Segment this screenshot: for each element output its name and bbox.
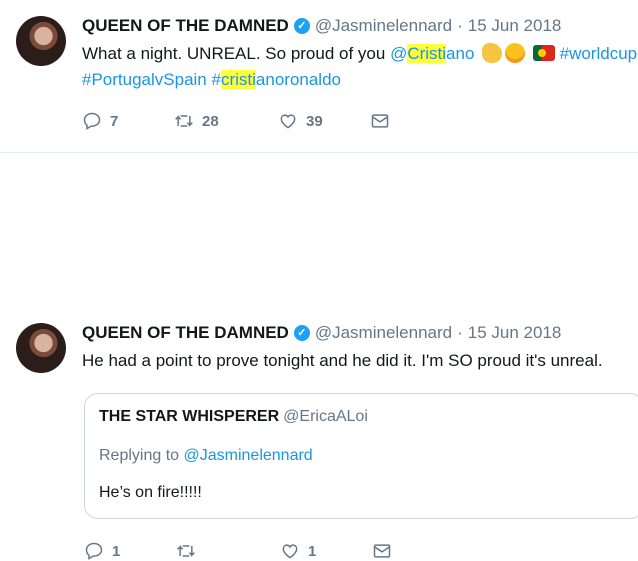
avatar[interactable] bbox=[16, 16, 66, 66]
tweet-2[interactable]: QUEEN OF THE DAMNED ✓ @Jasminelennard · … bbox=[0, 153, 638, 560]
quoted-tweet-text: He’s on fire!!!!! bbox=[99, 484, 202, 501]
tweet-header: QUEEN OF THE DAMNED ✓ @Jasminelennard · … bbox=[82, 14, 638, 38]
replying-to: Replying to @Jasminelennard bbox=[99, 447, 313, 465]
quoted-display-name: THE STAR WHISPERER bbox=[99, 408, 280, 425]
hashtag-cristianoronaldo[interactable]: #cristianoronaldo bbox=[212, 70, 341, 89]
avatar[interactable] bbox=[16, 323, 66, 373]
portugal-flag-icon bbox=[532, 45, 555, 61]
tweet-text: He had a point to prove tonight and he d… bbox=[82, 351, 603, 370]
reply-button[interactable]: 7 bbox=[82, 111, 174, 131]
envelope-icon bbox=[373, 544, 391, 558]
search-highlight: Cristi bbox=[407, 44, 447, 63]
hashtag-worldcup[interactable]: #worldcup bbox=[560, 44, 638, 63]
retweet-button[interactable]: 28 bbox=[174, 111, 278, 131]
tweet-1[interactable]: QUEEN OF THE DAMNED ✓ @Jasminelennard · … bbox=[0, 0, 638, 153]
retweet-count: 28 bbox=[202, 112, 219, 130]
like-count: 39 bbox=[306, 112, 323, 130]
tweet-content: QUEEN OF THE DAMNED ✓ @Jasminelennard · … bbox=[82, 14, 638, 131]
reply-icon bbox=[85, 542, 103, 560]
heart-icon bbox=[282, 544, 298, 559]
tweet-text-intro: What a night. UNREAL. So proud of you bbox=[82, 44, 391, 63]
mention-link[interactable]: @Cristiano bbox=[390, 44, 474, 63]
tweet-date[interactable]: 15 Jun 2018 bbox=[468, 14, 562, 38]
tweet-text: What a night. UNREAL. So proud of you @C… bbox=[82, 41, 638, 67]
verified-badge-icon: ✓ bbox=[293, 325, 310, 341]
reply-button[interactable]: 1 bbox=[84, 541, 176, 561]
tweet-text-line-2: #PortugalvSpain #cristianoronaldo bbox=[82, 67, 638, 93]
direct-message-button[interactable] bbox=[370, 111, 390, 131]
tweet-date[interactable]: 15 Jun 2018 bbox=[468, 321, 562, 345]
hashtag-portugalvspain[interactable]: #PortugalvSpain bbox=[82, 70, 207, 89]
retweet-button[interactable] bbox=[176, 541, 280, 561]
quoted-tweet-header: THE STAR WHISPERER @EricaALoi bbox=[99, 408, 368, 426]
display-name[interactable]: QUEEN OF THE DAMNED bbox=[82, 14, 289, 38]
tweet-content: QUEEN OF THE DAMNED ✓ @Jasminelennard · … bbox=[82, 321, 638, 374]
quoted-user-handle: @EricaALoi bbox=[283, 408, 368, 425]
direct-message-button[interactable] bbox=[372, 541, 392, 561]
tweet-actions: 7 28 39 bbox=[82, 111, 638, 131]
user-handle[interactable]: @Jasminelennard bbox=[315, 14, 452, 38]
reply-count: 7 bbox=[110, 112, 119, 130]
replying-to-handle[interactable]: @Jasminelennard bbox=[184, 447, 313, 464]
display-name[interactable]: QUEEN OF THE DAMNED bbox=[82, 321, 289, 345]
like-count: 1 bbox=[308, 542, 317, 560]
reply-icon bbox=[83, 112, 101, 130]
retweet-icon bbox=[177, 545, 195, 557]
smiling-face-icon bbox=[505, 43, 526, 63]
verified-badge-icon: ✓ bbox=[293, 18, 310, 34]
like-button[interactable]: 1 bbox=[280, 541, 372, 561]
clapping-hands-icon bbox=[482, 43, 503, 63]
reply-count: 1 bbox=[112, 542, 121, 560]
quoted-tweet[interactable]: THE STAR WHISPERER @EricaALoi Replying to… bbox=[84, 393, 638, 519]
tweet-actions: 1 1 bbox=[84, 541, 392, 561]
heart-icon bbox=[280, 114, 296, 129]
separator-dot: · bbox=[457, 323, 463, 342]
tweet-header: QUEEN OF THE DAMNED ✓ @Jasminelennard · … bbox=[82, 321, 638, 345]
search-highlight: cristi bbox=[220, 70, 256, 89]
envelope-icon bbox=[371, 114, 389, 128]
retweet-icon bbox=[175, 115, 193, 127]
replying-to-label: Replying to bbox=[99, 447, 184, 464]
user-handle[interactable]: @Jasminelennard bbox=[315, 321, 452, 345]
separator-dot: · bbox=[457, 16, 463, 35]
like-button[interactable]: 39 bbox=[278, 111, 370, 131]
